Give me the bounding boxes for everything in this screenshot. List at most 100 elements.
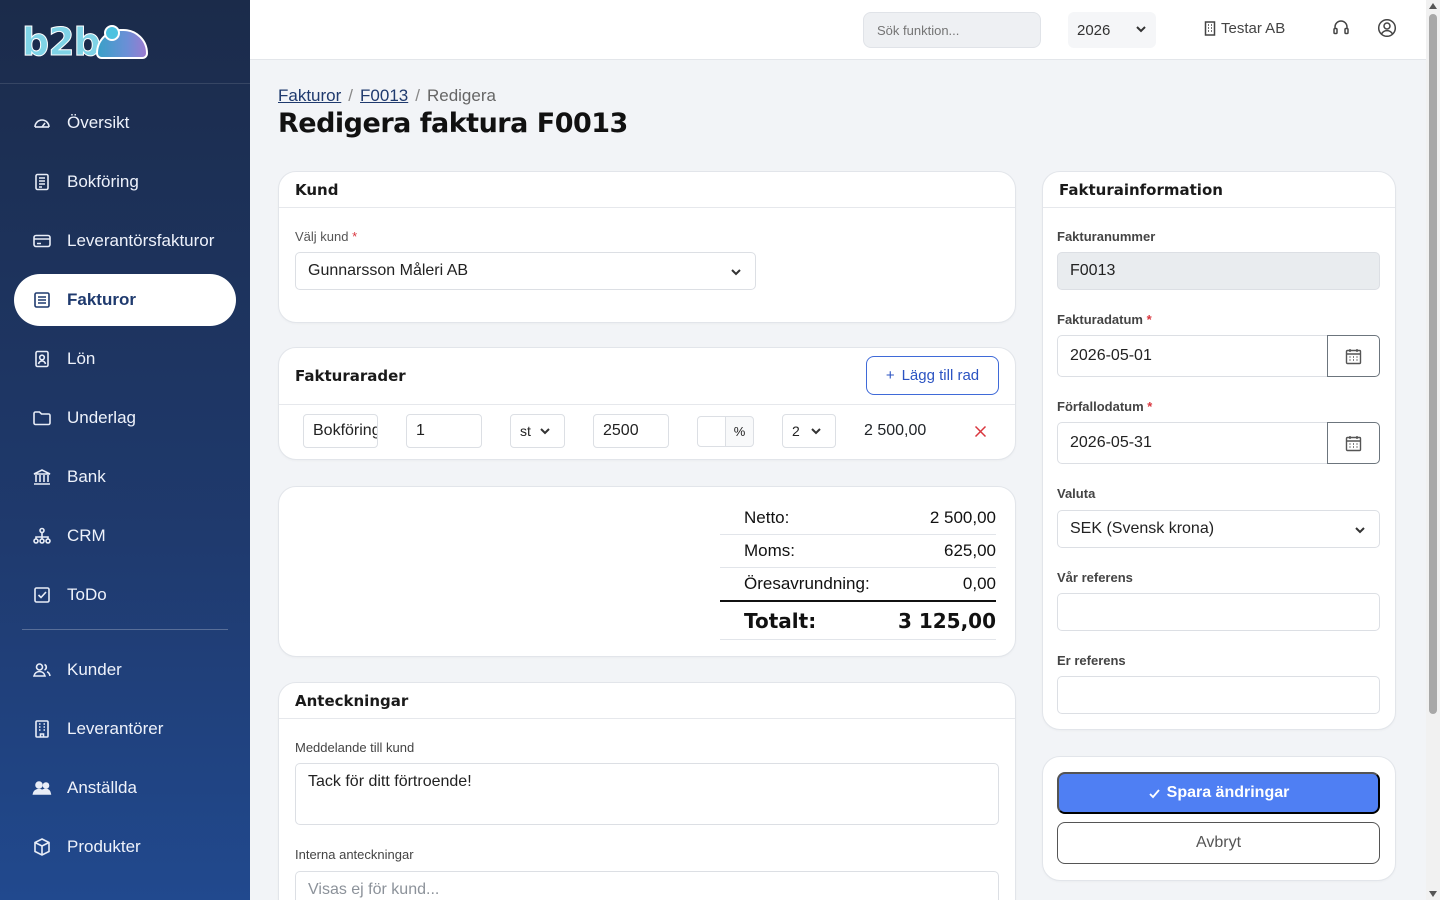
sidebar-item-anstallda[interactable]: Anställda [14, 762, 236, 814]
sidebar-item-oversikt[interactable]: Översikt [14, 97, 236, 149]
team-icon [32, 778, 52, 798]
our-reference-input[interactable] [1057, 593, 1380, 631]
page-title: Redigera faktura F0013 [278, 108, 628, 139]
customer-card-title: Kund [279, 172, 1015, 208]
currency-select[interactable]: SEK (Svensk krona) [1057, 510, 1380, 548]
moms-value: 625,00 [944, 541, 996, 560]
customer-select[interactable]: Gunnarsson Måleri AB [295, 252, 756, 290]
scroll-down-icon[interactable] [1429, 891, 1437, 897]
company-name: Testar AB [1221, 20, 1286, 37]
year-select[interactable]: 2026 [1068, 12, 1156, 48]
invoice-date-label: Fakturadatum * [1057, 312, 1152, 327]
row-percent-addon: % [725, 416, 754, 447]
sidebar-item-kunder[interactable]: Kunder [14, 644, 236, 696]
breadcrumb-fakturor[interactable]: Fakturor [278, 86, 341, 105]
customer-card: Kund [278, 171, 1016, 323]
sidebar-item-produkter[interactable]: Produkter [14, 821, 236, 873]
calendar-icon [1345, 435, 1362, 451]
moms-row: Moms: 625,00 [720, 535, 996, 568]
row-amount: 2 500,00 [864, 422, 927, 439]
sidebar-item-lon[interactable]: Lön [14, 333, 236, 385]
check-icon [1149, 788, 1160, 798]
netto-row: Netto: 2 500,00 [720, 502, 996, 535]
breadcrumb-invoice[interactable]: F0013 [360, 86, 408, 105]
sidebar-item-label: CRM [67, 526, 106, 545]
cancel-button[interactable]: Avbryt [1057, 822, 1380, 864]
customer-label: Välj kund * [295, 229, 358, 244]
sidebar-nav-secondary: Kunder Leverantörer Anställda Produkter [0, 644, 250, 873]
folder-icon [32, 408, 52, 428]
breadcrumb: Fakturor / F0013/Redigera [278, 86, 496, 105]
topbar: 2026 Testar AB [250, 0, 1426, 60]
sidebar-item-label: Lön [67, 349, 96, 368]
invoice-number-label: Fakturanummer [1057, 229, 1156, 244]
sidebar-item-label: Bokföring [67, 172, 139, 191]
logo-text: b2b [22, 19, 102, 64]
user-account-icon[interactable] [1377, 18, 1399, 40]
chevron-down-icon [729, 265, 743, 284]
sidebar-item-bokforing[interactable]: Bokföring [14, 156, 236, 208]
sidebar-item-label: Underlag [67, 408, 136, 427]
add-row-button[interactable]: + Lägg till rad [866, 356, 999, 395]
invoice-date-calendar-button[interactable] [1327, 335, 1380, 377]
row-description-input[interactable]: Bokföring [303, 414, 378, 448]
sidebar-item-todo[interactable]: ToDo [14, 569, 236, 621]
breadcrumb-current: Redigera [426, 86, 496, 105]
customer-value: Gunnarsson Måleri AB [308, 262, 469, 279]
rounding-value: 0,00 [962, 574, 996, 593]
row-quantity-input[interactable]: 1 [406, 414, 482, 448]
our-reference-label: Vår referens [1057, 570, 1133, 585]
sidebar-item-fakturor[interactable]: Fakturor [14, 274, 236, 326]
sidebar-item-label: ToDo [67, 585, 107, 604]
delete-row-icon[interactable] [974, 425, 987, 443]
scroll-up-icon[interactable] [1429, 3, 1437, 9]
sidebar-item-leverantorsfakturor[interactable]: Leverantörsfakturor [14, 215, 236, 267]
save-button[interactable]: Spara ändringar [1057, 772, 1380, 814]
notes-card-title: Anteckningar [279, 683, 1015, 719]
year-value: 2026 [1077, 21, 1111, 39]
bank-icon [32, 467, 52, 487]
page-scrollbar[interactable] [1426, 0, 1440, 900]
row-unit-select[interactable]: st [510, 414, 565, 448]
sidebar-item-label: Fakturor [67, 290, 136, 309]
logo[interactable]: b2b [0, 0, 250, 84]
sidebar-item-label: Bank [67, 467, 106, 486]
credit-card-icon [32, 231, 52, 251]
row-price-input[interactable]: 2500 [593, 414, 669, 448]
row-vat-select[interactable]: 2 [782, 414, 836, 448]
add-row-label: Lägg till rad [901, 367, 980, 384]
sidebar-item-label: Kunder [67, 660, 122, 679]
headset-icon[interactable] [1331, 18, 1353, 40]
chevron-down-icon [1134, 22, 1148, 40]
invoice-info-title: Fakturainformation [1043, 172, 1395, 208]
sidebar-item-bank[interactable]: Bank [14, 451, 236, 503]
sidebar-item-label: Anställda [67, 778, 137, 797]
box-icon [32, 837, 52, 857]
sidebar-item-label: Översikt [67, 113, 130, 132]
building-icon [32, 719, 52, 739]
invoice-icon [32, 290, 52, 310]
sidebar-item-crm[interactable]: CRM [14, 510, 236, 562]
sidebar-item-leverantorer[interactable]: Leverantörer [14, 703, 236, 755]
invoice-date-input[interactable]: 2026-05-01 [1057, 335, 1328, 377]
invoice-number-field: F0013 [1057, 252, 1380, 290]
message-textarea[interactable]: Tack för ditt förtroende! [295, 763, 999, 825]
checkbox-icon [32, 585, 52, 605]
sidebar-item-label: Produkter [67, 837, 141, 856]
sidebar-item-underlag[interactable]: Underlag [14, 392, 236, 444]
chevron-down-icon [809, 424, 823, 441]
internal-notes-textarea[interactable]: Visas ej för kund... [295, 871, 999, 900]
due-date-label: Förfallodatum * [1057, 399, 1153, 414]
due-date-calendar-button[interactable] [1327, 422, 1380, 464]
plus-icon: + [885, 367, 895, 384]
currency-label: Valuta [1057, 486, 1096, 501]
sidebar: b2b Översikt Bokföring Leverantörsfaktur… [0, 0, 250, 900]
your-reference-input[interactable] [1057, 676, 1380, 714]
search-input[interactable] [863, 12, 1041, 48]
network-icon [32, 526, 52, 546]
due-date-input[interactable]: 2026-05-31 [1057, 422, 1328, 464]
badge-icon [32, 349, 52, 369]
scrollbar-thumb[interactable] [1429, 14, 1437, 714]
company-switcher[interactable]: Testar AB [1204, 20, 1285, 37]
row-discount-input[interactable] [697, 416, 726, 447]
